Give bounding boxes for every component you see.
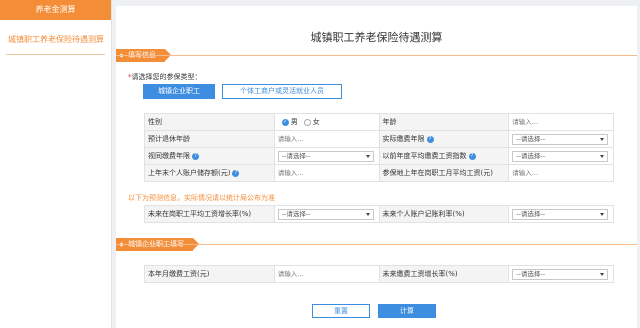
- chevron-down-icon: [365, 212, 370, 216]
- calculate-button[interactable]: 计算: [378, 304, 436, 318]
- page-title: 城镇职工养老保险待遇测算: [310, 31, 443, 44]
- deemed-years-text: 视同缴费年限: [148, 152, 190, 160]
- type-button-enterprise[interactable]: 城镇企业职工: [143, 84, 215, 99]
- gender-male-label[interactable]: 男: [291, 117, 298, 127]
- select-value: --请选择--: [516, 269, 546, 278]
- monthly-wage-input[interactable]: [277, 268, 374, 280]
- account-balance-cell: [275, 165, 380, 181]
- table-row: 本年月缴费工资(元) 未来缴费工资增长率(%) --请选择--: [145, 266, 614, 283]
- contrib-years-text: 实际缴费年限: [382, 135, 425, 143]
- age-cell: [509, 114, 614, 130]
- basic-info-table: 性别 ✓ 男 女 年龄 预计退休年龄 实际缴费年限? --请选择-- 视同缴费年…: [144, 113, 614, 182]
- insurance-type-label: *请选择您的参保类型：: [128, 72, 202, 82]
- wage-index-cell: --请选择--: [509, 148, 614, 164]
- avg-wage-cell: [509, 165, 614, 181]
- age-label: 年龄: [379, 114, 510, 130]
- wage-index-select[interactable]: --请选择--: [512, 150, 609, 162]
- deemed-years-cell: --请选择--: [275, 148, 380, 164]
- help-icon[interactable]: ?: [232, 169, 240, 177]
- table-row: 未来在岗职工平均工资增长率(%) --请选择-- 未来个人账户记账利率(%) -…: [145, 206, 614, 223]
- wage-growth-select[interactable]: --请选择--: [277, 208, 374, 220]
- contrib-years-label: 实际缴费年限?: [379, 131, 510, 147]
- age-input[interactable]: [512, 116, 609, 128]
- sidebar-item-pension-calc[interactable]: 城镇职工养老保险待遇测算: [0, 34, 111, 46]
- insurance-type-prompt: 请选择您的参保类型：: [131, 73, 202, 81]
- sidebar: 养老金测算 城镇职工养老保险待遇测算: [0, 0, 112, 328]
- help-icon[interactable]: ?: [468, 152, 476, 160]
- sidebar-divider: [6, 54, 105, 55]
- table-row: 预计退休年龄 实际缴费年限? --请选择--: [145, 131, 614, 148]
- chevron-down-icon: [600, 137, 605, 141]
- forecast-notice: 以下为预测信息，实际情况请以统计局公布为准: [128, 194, 275, 202]
- avg-wage-input[interactable]: [512, 167, 609, 179]
- wage-growth-label: 未来在岗职工平均工资增长率(%): [145, 206, 275, 222]
- table-row: 视同缴费年限? --请选择-- 以前年度平均缴费工资指数? --请选择--: [145, 148, 614, 165]
- forecast-table: 未来在岗职工平均工资增长率(%) --请选择-- 未来个人账户记账利率(%) -…: [144, 205, 614, 223]
- future-wage-growth-label: 未来缴费工资增长率(%): [379, 266, 510, 282]
- account-rate-cell: --请选择--: [509, 206, 614, 222]
- avg-wage-label: 参保地上年在岗职工月平均工资(元): [379, 165, 510, 181]
- future-wage-growth-cell: --请选择--: [509, 266, 614, 282]
- retire-age-label: 预计退休年龄: [145, 131, 275, 147]
- reset-button[interactable]: 重置: [312, 304, 370, 318]
- account-rate-label: 未来个人账户记账利率(%): [379, 206, 510, 222]
- gender-label: 性别: [145, 114, 275, 130]
- sidebar-header: 养老金测算: [0, 0, 111, 20]
- wage-index-label: 以前年度平均缴费工资指数?: [379, 148, 510, 164]
- account-rate-select[interactable]: --请选择--: [512, 208, 609, 220]
- deemed-years-label: 视同缴费年限?: [145, 148, 275, 164]
- contrib-years-select[interactable]: --请选择--: [512, 133, 609, 145]
- chevron-down-icon: [600, 212, 605, 216]
- deemed-years-select[interactable]: --请选择--: [277, 150, 374, 162]
- account-balance-text: 上年末个人账户储存额(元): [148, 169, 231, 177]
- chevron-down-icon: [365, 154, 370, 158]
- retire-age-cell: [275, 131, 380, 147]
- enterprise-table: 本年月缴费工资(元) 未来缴费工资增长率(%) --请选择--: [144, 265, 614, 283]
- select-value: --请选择--: [516, 151, 546, 160]
- section-divider: [116, 55, 637, 56]
- gender-radio-group: ✓ 男 女: [275, 114, 380, 130]
- table-row: 上年末个人账户储存额(元)? 参保地上年在岗职工月平均工资(元): [145, 165, 614, 182]
- radio-checked-icon[interactable]: ✓: [281, 118, 289, 126]
- chevron-down-icon: [600, 154, 605, 158]
- select-value: --请选择--: [281, 209, 311, 218]
- help-icon[interactable]: ?: [192, 152, 199, 160]
- select-value: --请选择--: [516, 209, 546, 218]
- future-wage-growth-select[interactable]: --请选择--: [512, 268, 609, 280]
- account-balance-label: 上年末个人账户储存额(元)?: [145, 165, 275, 181]
- main-panel: 城镇职工养老保险待遇测算 填写信息 *请选择您的参保类型： 城镇企业职工 个体工…: [116, 6, 637, 328]
- section-divider: [116, 244, 637, 245]
- monthly-wage-cell: [275, 266, 380, 282]
- select-value: --请选择--: [281, 151, 311, 160]
- table-row: 性别 ✓ 男 女 年龄: [145, 114, 614, 131]
- contrib-years-cell: --请选择--: [509, 131, 614, 147]
- wage-growth-cell: --请选择--: [275, 206, 380, 222]
- help-icon[interactable]: ?: [426, 135, 434, 143]
- account-balance-input[interactable]: [277, 167, 374, 179]
- wage-index-text: 以前年度平均缴费工资指数: [382, 152, 467, 160]
- monthly-wage-label: 本年月缴费工资(元): [145, 266, 275, 282]
- chevron-down-icon: [600, 272, 605, 276]
- radio-unchecked-icon[interactable]: [303, 118, 311, 126]
- gender-female-label[interactable]: 女: [313, 117, 320, 127]
- type-button-self-employed[interactable]: 个体工商户或灵活就业人员: [222, 84, 342, 99]
- retire-age-input[interactable]: [277, 133, 374, 145]
- select-value: --请选择--: [516, 134, 546, 143]
